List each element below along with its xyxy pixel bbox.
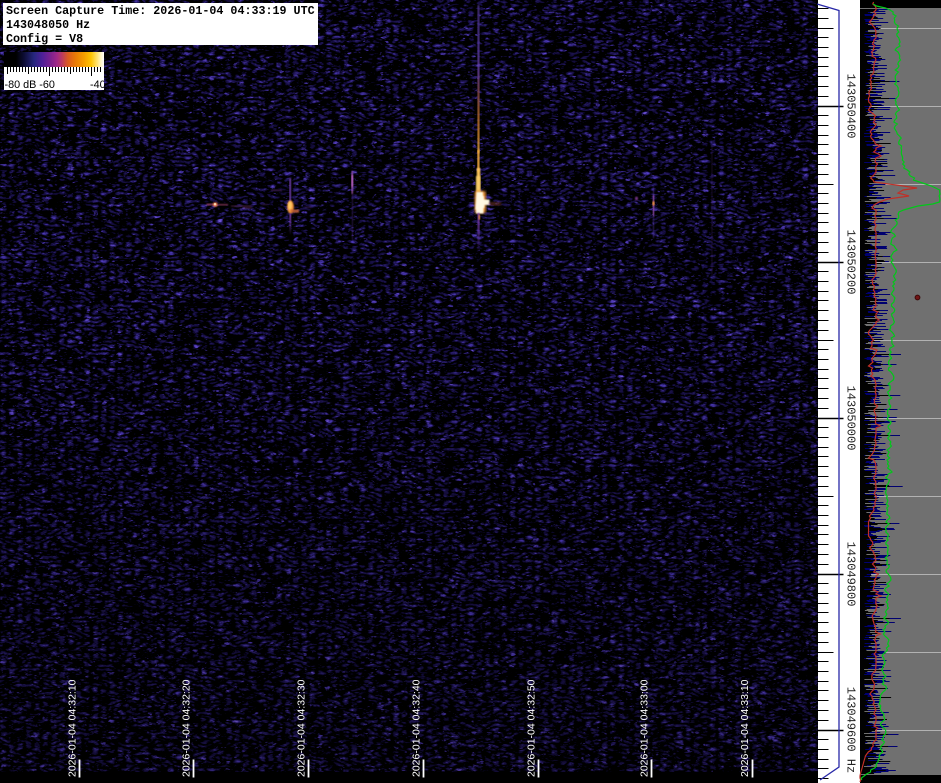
svg-text:143049600 Hz: 143049600 Hz — [844, 687, 858, 773]
svg-text:2026-01-04 04:33:00: 2026-01-04 04:33:00 — [639, 679, 651, 777]
svg-text:2026-01-04 04:32:10: 2026-01-04 04:32:10 — [67, 679, 79, 777]
svg-text:143049800: 143049800 — [844, 542, 858, 607]
svg-text:2026-01-04 04:32:30: 2026-01-04 04:32:30 — [296, 679, 308, 777]
svg-text:2026-01-04 04:32:40: 2026-01-04 04:32:40 — [411, 679, 423, 777]
svg-text:143050000: 143050000 — [844, 386, 858, 451]
svg-text:143050400: 143050400 — [844, 74, 858, 139]
svg-text:2026-01-04 04:32:20: 2026-01-04 04:32:20 — [181, 679, 193, 777]
svg-text:-80 dB -60: -80 dB -60 — [5, 79, 55, 90]
svg-text:143050200: 143050200 — [844, 230, 858, 295]
svg-text:-40: -40 — [90, 79, 104, 90]
svg-text:2026-01-04 04:32:50: 2026-01-04 04:32:50 — [526, 679, 538, 777]
svg-text:2026-01-04 04:33:10: 2026-01-04 04:33:10 — [739, 679, 751, 777]
